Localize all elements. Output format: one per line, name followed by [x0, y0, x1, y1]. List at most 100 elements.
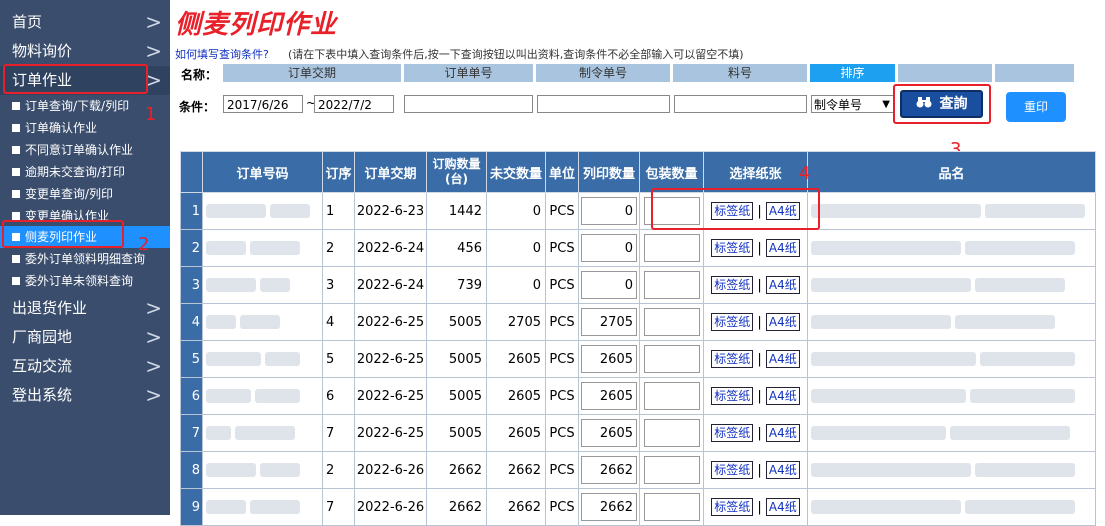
pack-qty-input[interactable] [643, 382, 700, 410]
menu-vendor[interactable]: 厂商园地 > [0, 323, 170, 352]
label-paper-button[interactable]: 标签纸 [711, 350, 754, 368]
date-from-input[interactable]: 2017/6/26 [223, 95, 303, 113]
order-no-input[interactable] [404, 95, 533, 113]
menu-shipping[interactable]: 出退货作业 > [0, 294, 170, 323]
annotation-number-2: 2 [138, 234, 150, 255]
annotation-box-2 [2, 220, 124, 248]
label-paper-button[interactable]: 标签纸 [711, 276, 754, 294]
table-row: 2 2 2022-6-24 456 0 PCS 0 标签纸 | A4纸 [180, 229, 1096, 267]
col-paper: 选择纸张 [703, 151, 808, 193]
help-link[interactable]: 如何填写查询条件? [175, 46, 269, 62]
bullet-icon [12, 145, 20, 154]
paper-separator: | [757, 426, 762, 441]
unit-cell: PCS [545, 377, 579, 415]
print-qty-input[interactable]: 0 [581, 197, 637, 225]
row-number: 9 [180, 488, 203, 526]
label-paper-button[interactable]: 标签纸 [711, 424, 754, 442]
reprint-button[interactable]: 重印 [1006, 92, 1066, 122]
label-paper-button[interactable]: 标签纸 [711, 498, 754, 516]
table-row: 4 4 2022-6-25 5005 2705 PCS 2705 标签纸 | A4纸 [180, 303, 1096, 341]
label-paper-button[interactable]: 标签纸 [711, 387, 754, 405]
label-paper-button[interactable]: 标签纸 [711, 461, 754, 479]
menu-material-inquiry[interactable]: 物料询价 > [0, 37, 170, 66]
product-name-cell [807, 229, 1096, 267]
pack-qty-input[interactable] [643, 493, 700, 521]
print-qty-input[interactable]: 2605 [581, 345, 637, 373]
menu-interaction[interactable]: 互动交流 > [0, 352, 170, 381]
menu-logout[interactable]: 登出系统 > [0, 381, 170, 410]
product-name-cell [807, 192, 1096, 230]
redacted-order-number [260, 463, 301, 477]
print-qty-input[interactable]: 2605 [581, 419, 637, 447]
paper-cell: 标签纸 | A4纸 [703, 414, 808, 452]
header-work-order: 制令单号 [536, 64, 670, 82]
product-name-cell [807, 488, 1096, 526]
a4-paper-button[interactable]: A4纸 [765, 387, 800, 405]
a4-paper-button[interactable]: A4纸 [765, 424, 800, 442]
menu-home[interactable]: 首页 > [0, 8, 170, 37]
due-date-cell: 2022-6-25 [354, 377, 427, 415]
print-qty-cell: 2705 [578, 303, 640, 341]
redacted-product-name [811, 426, 946, 440]
print-qty-input[interactable]: 0 [581, 234, 637, 262]
a4-paper-button[interactable]: A4纸 [765, 350, 800, 368]
cond-row-label: 条件： [179, 100, 216, 114]
label-paper-button[interactable]: 标签纸 [711, 239, 754, 257]
unit-cell: PCS [545, 229, 579, 267]
sequence-cell: 3 [322, 266, 355, 304]
print-qty-input[interactable]: 0 [581, 271, 637, 299]
annotation-number-1: 1 [145, 104, 157, 125]
print-qty-input[interactable]: 2662 [581, 456, 637, 484]
table-row: 7 7 2022-6-25 5005 2605 PCS 2605 标签纸 | A4纸 [180, 414, 1096, 452]
col-order-qty: 订购数量(台) [426, 151, 487, 193]
print-qty-input[interactable]: 2605 [581, 382, 637, 410]
row-number: 1 [180, 192, 203, 230]
sequence-cell: 2 [322, 229, 355, 267]
menu-interaction-label: 互动交流 [12, 357, 73, 375]
submenu-change-query[interactable]: 变更单查询/列印 [0, 183, 170, 205]
submenu-label: 委外订单领料明细查询 [25, 252, 146, 266]
submenu-label: 逾期未交查询/打印 [25, 165, 126, 179]
a4-paper-button[interactable]: A4纸 [765, 276, 800, 294]
header-part-no: 料号 [673, 64, 807, 82]
product-name-cell [807, 303, 1096, 341]
redacted-product-name [975, 278, 1066, 292]
redacted-product-name [811, 315, 951, 329]
results-table: 订单号码 订序 订单交期 订购数量(台) 未交数量 单位 列印数量 包装数量 选… [180, 151, 1096, 526]
print-qty-cell: 2605 [578, 414, 640, 452]
table-row: 9 7 2022-6-26 2662 2662 PCS 2662 标签纸 | A4纸 [180, 488, 1096, 526]
pack-qty-input[interactable] [643, 234, 700, 262]
sort-select[interactable]: 制令单号 ▼ [811, 95, 894, 113]
submenu-overdue[interactable]: 逾期未交查询/打印 [0, 161, 170, 183]
pack-qty-input[interactable] [643, 271, 700, 299]
product-name-cell [807, 451, 1096, 489]
help-note: (请在下表中填入查询条件后,按一下查询按钮以叫出资料,查询条件不必全部输入可以留… [288, 48, 744, 61]
date-to-input[interactable]: 2022/7/2 [314, 95, 394, 113]
submenu-order-reject[interactable]: 不同意订单确认作业 [0, 139, 170, 161]
submenu-change-confirm[interactable]: 变更单确认作业 [0, 205, 170, 221]
pack-qty-input[interactable] [643, 419, 700, 447]
paper-cell: 标签纸 | A4纸 [703, 377, 808, 415]
part-no-input[interactable] [674, 95, 807, 113]
a4-paper-button[interactable]: A4纸 [765, 461, 800, 479]
work-order-input[interactable] [537, 95, 670, 113]
label-paper-button[interactable]: 标签纸 [711, 313, 754, 331]
a4-paper-button[interactable]: A4纸 [765, 313, 800, 331]
pack-qty-input[interactable] [643, 308, 700, 336]
a4-paper-button[interactable]: A4纸 [765, 239, 800, 257]
pack-qty-input[interactable] [643, 345, 700, 373]
submenu-outsource-unpicked[interactable]: 委外订单未领料查询 [0, 270, 170, 292]
unit-cell: PCS [545, 266, 579, 304]
redacted-order-number [206, 315, 236, 329]
name-row-label: 名称： [181, 68, 218, 82]
col-open-qty: 未交数量 [486, 151, 546, 193]
open-qty-cell: 2662 [486, 488, 546, 526]
print-qty-input[interactable]: 2705 [581, 308, 637, 336]
pack-qty-input[interactable] [643, 456, 700, 484]
a4-paper-button[interactable]: A4纸 [765, 498, 800, 516]
order-qty-cell: 2662 [426, 451, 487, 489]
pack-qty-cell [639, 266, 704, 304]
print-qty-input[interactable]: 2662 [581, 493, 637, 521]
redacted-product-name [970, 389, 1076, 403]
sequence-cell: 5 [322, 340, 355, 378]
